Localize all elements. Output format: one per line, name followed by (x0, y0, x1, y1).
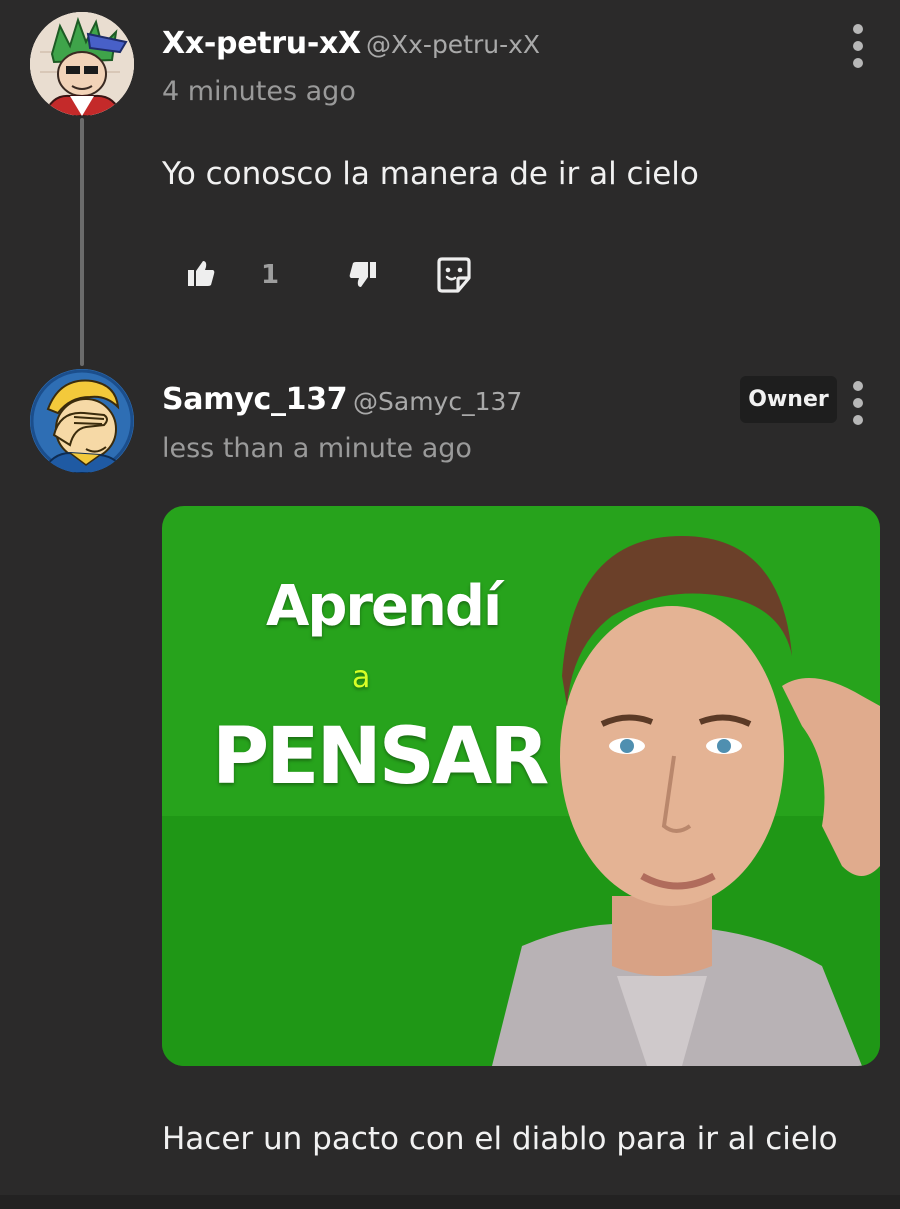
more-options-icon[interactable] (846, 24, 870, 68)
image-caption-line3: PENSAR (212, 712, 549, 802)
dislike-button[interactable] (348, 260, 378, 294)
comment-text: Hacer un pacto con el diablo para ir al … (162, 1121, 838, 1157)
like-count: 1 (261, 260, 280, 290)
cartoon-avatar-icon (30, 12, 134, 116)
comment-username[interactable]: Samyc_137 (162, 382, 348, 417)
comment-timestamp: 4 minutes ago (162, 76, 356, 107)
avatar[interactable] (30, 12, 134, 116)
comment-handle[interactable]: @Xx-petru-xX (366, 30, 540, 59)
owner-badge: Owner (740, 376, 837, 423)
image-caption-line2: a (352, 660, 371, 695)
thumbs-down-icon (349, 262, 376, 287)
thumbs-up-icon (188, 261, 215, 286)
bottom-bar (0, 1195, 900, 1209)
thread-connector-line (80, 118, 84, 366)
reply-sticker-icon (437, 257, 471, 293)
vault-boy-facepalm-icon (30, 369, 134, 473)
avatar[interactable] (30, 369, 134, 473)
image-caption-line1: Aprendí (266, 574, 502, 639)
comment-text: Yo conosco la manera de ir al cielo (162, 156, 699, 192)
comment-handle[interactable]: @Samyc_137 (353, 387, 522, 416)
more-options-icon[interactable] (846, 381, 870, 425)
like-button[interactable] (186, 258, 216, 292)
comment-timestamp: less than a minute ago (162, 433, 472, 464)
reply-button[interactable] (436, 256, 472, 298)
comment-username[interactable]: Xx-petru-xX (162, 26, 361, 61)
comment-image[interactable]: Aprendí a PENSAR (162, 506, 880, 1066)
